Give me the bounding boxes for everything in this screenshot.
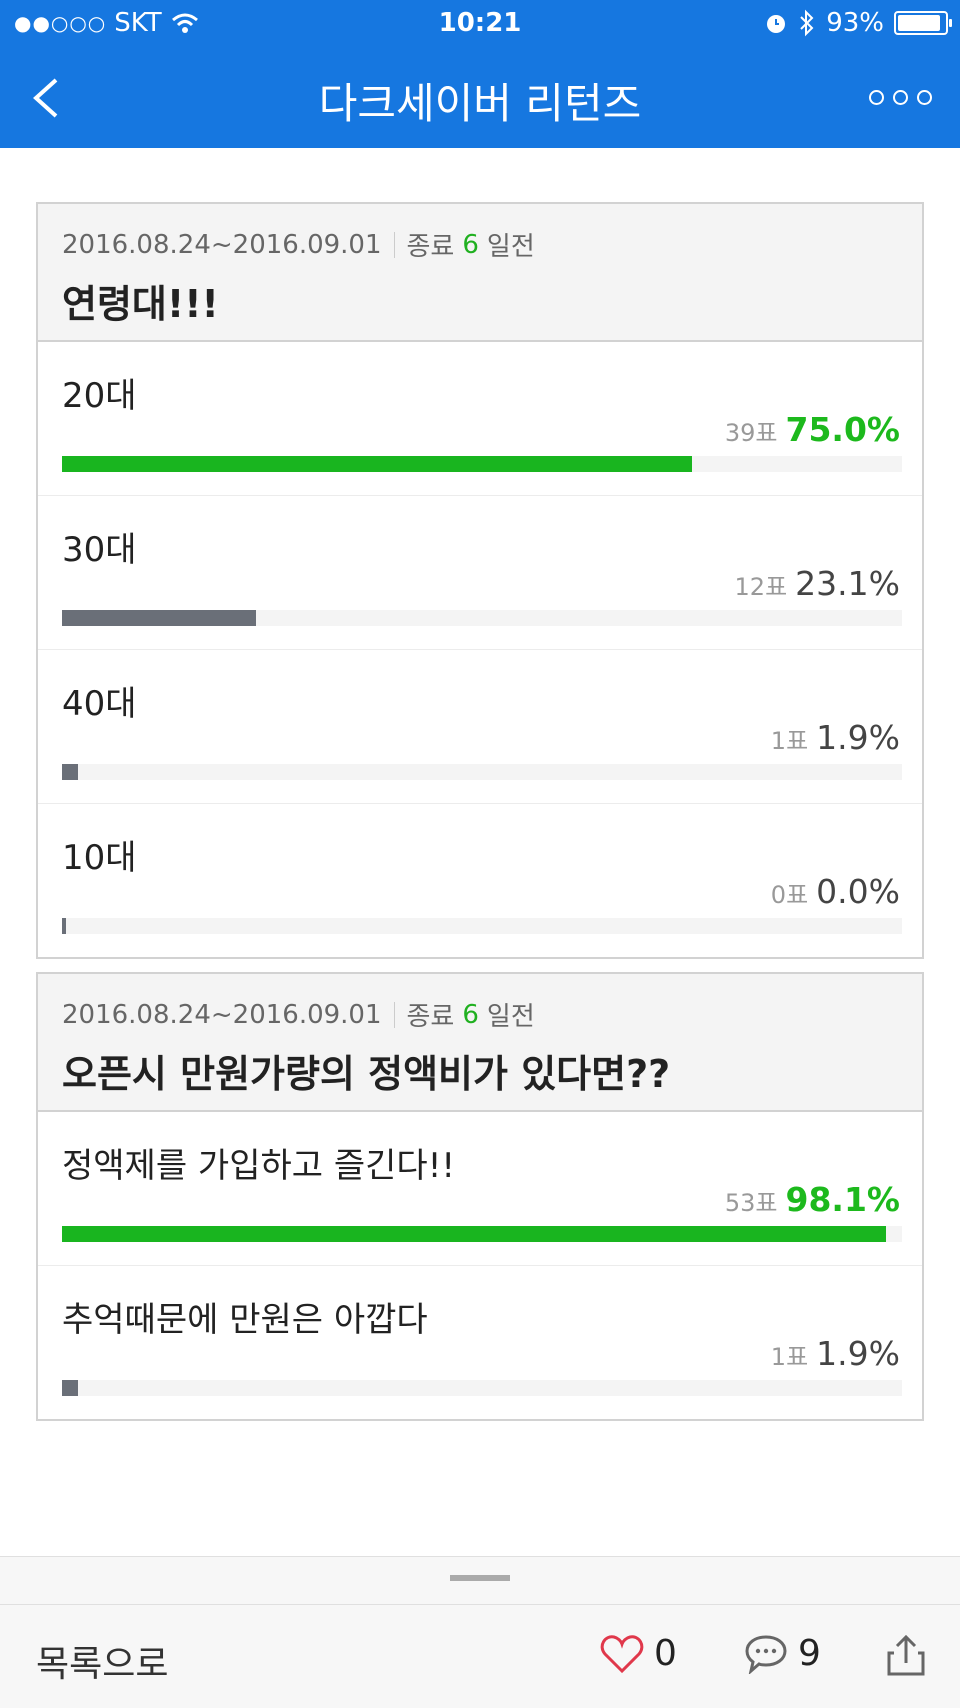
bottom-toolbar: 목록으로 0 9: [0, 1604, 960, 1708]
poll-meta: 2016.08.24~2016.09.01 종료 6 일전: [62, 996, 898, 1033]
back-to-list-button[interactable]: 목록으로: [36, 1635, 168, 1687]
progress-track: [62, 610, 902, 626]
option-votes: 53표: [724, 1189, 778, 1217]
poll-days: 6: [462, 229, 479, 260]
option-percent: 1.9%: [816, 1334, 900, 1373]
alarm-icon: [767, 15, 786, 33]
option-percent: 0.0%: [816, 872, 900, 911]
poll-end-prefix: 종료: [406, 232, 455, 262]
poll-options: 20대 39표 75.0% 30대 12표 23.1% 40대 1표 1.9% …: [38, 342, 922, 957]
poll-end-suffix: 일전: [486, 232, 535, 262]
page-title: 다크세이버 리턴즈: [318, 79, 642, 128]
option-percent: 75.0%: [785, 410, 901, 449]
progress-bar: [62, 1226, 887, 1242]
option-stats: 39표 75.0%: [725, 410, 900, 449]
option-votes: 39표: [724, 419, 778, 447]
progress-bar: [62, 764, 78, 780]
progress-track: [62, 1380, 902, 1396]
option-percent: 23.1%: [795, 564, 900, 603]
progress-bar: [62, 918, 66, 934]
progress-track: [62, 918, 902, 934]
progress-track: [62, 456, 902, 472]
option-label: 10대: [62, 838, 137, 878]
battery-icon: [894, 11, 952, 35]
option-votes: 1표: [770, 727, 809, 755]
option-stats: 1표 1.9%: [771, 718, 900, 757]
heart-icon: [600, 1634, 644, 1673]
poll-meta: 2016.08.24~2016.09.01 종료 6 일전: [62, 226, 898, 263]
poll-card: 2016.08.24~2016.09.01 종료 6 일전 오픈시 만원가량의 …: [36, 972, 924, 1421]
comment-count: 9: [798, 1633, 821, 1674]
option-stats: 0표 0.0%: [771, 872, 900, 911]
poll-question: 오픈시 만원가량의 정액비가 있다면??: [62, 1052, 671, 1096]
poll-option[interactable]: 10대 0표 0.0%: [38, 804, 922, 957]
option-percent: 1.9%: [816, 718, 900, 757]
progress-track: [62, 764, 902, 780]
share-icon[interactable]: [886, 1633, 926, 1677]
drag-handle-icon[interactable]: [450, 1575, 510, 1581]
poll-question: 연령대!!!: [62, 282, 219, 326]
poll-end-prefix: 종료: [406, 1002, 455, 1032]
poll-header: 2016.08.24~2016.09.01 종료 6 일전 연령대!!!: [38, 204, 922, 342]
progress-bar: [62, 1380, 78, 1396]
status-right: 93%: [764, 8, 952, 38]
poll-date-range: 2016.08.24~2016.09.01: [62, 229, 382, 260]
poll-days: 6: [462, 999, 479, 1030]
poll-option[interactable]: 정액제를 가입하고 즐긴다!! 53표 98.1%: [38, 1112, 922, 1266]
poll-option[interactable]: 40대 1표 1.9%: [38, 650, 922, 804]
option-stats: 53표 98.1%: [725, 1180, 900, 1219]
progress-track: [62, 1226, 902, 1242]
drawer-handle-area[interactable]: [0, 1556, 960, 1605]
option-votes: 1표: [770, 1343, 809, 1371]
option-percent: 98.1%: [785, 1180, 901, 1219]
more-icon[interactable]: [869, 90, 932, 105]
poll-option[interactable]: 20대 39표 75.0%: [38, 342, 922, 496]
comment-icon: [745, 1634, 787, 1674]
like-button[interactable]: 0: [600, 1633, 677, 1674]
poll-options: 정액제를 가입하고 즐긴다!! 53표 98.1% 추억때문에 만원은 아깝다 …: [38, 1112, 922, 1419]
status-bar: ●●○○○ SKT 10:21 93%: [0, 0, 960, 48]
option-label: 추억때문에 만원은 아깝다: [62, 1300, 428, 1340]
nav-bar: 다크세이버 리턴즈: [0, 48, 960, 148]
option-stats: 1표 1.9%: [771, 1334, 900, 1373]
option-label: 30대: [62, 530, 137, 570]
option-votes: 12표: [734, 573, 788, 601]
bluetooth-icon: [800, 9, 814, 37]
poll-header: 2016.08.24~2016.09.01 종료 6 일전 오픈시 만원가량의 …: [38, 974, 922, 1112]
progress-bar: [62, 456, 692, 472]
option-label: 20대: [62, 376, 137, 416]
option-label: 정액제를 가입하고 즐긴다!!: [62, 1146, 455, 1186]
poll-option[interactable]: 추억때문에 만원은 아깝다 1표 1.9%: [38, 1266, 922, 1419]
comment-button[interactable]: 9: [744, 1633, 821, 1674]
poll-date-range: 2016.08.24~2016.09.01: [62, 999, 382, 1030]
progress-bar: [62, 610, 257, 626]
poll-end-suffix: 일전: [486, 1002, 535, 1032]
battery-percent: 93%: [826, 8, 884, 38]
poll-card: 2016.08.24~2016.09.01 종료 6 일전 연령대!!! 20대…: [36, 202, 924, 959]
like-count: 0: [654, 1633, 677, 1674]
option-label: 40대: [62, 684, 137, 724]
option-votes: 0표: [770, 881, 809, 909]
option-stats: 12표 23.1%: [735, 564, 900, 603]
poll-option[interactable]: 30대 12표 23.1%: [38, 496, 922, 650]
top-bar: ●●○○○ SKT 10:21 93% 다크세이버 리턴즈: [0, 0, 960, 148]
